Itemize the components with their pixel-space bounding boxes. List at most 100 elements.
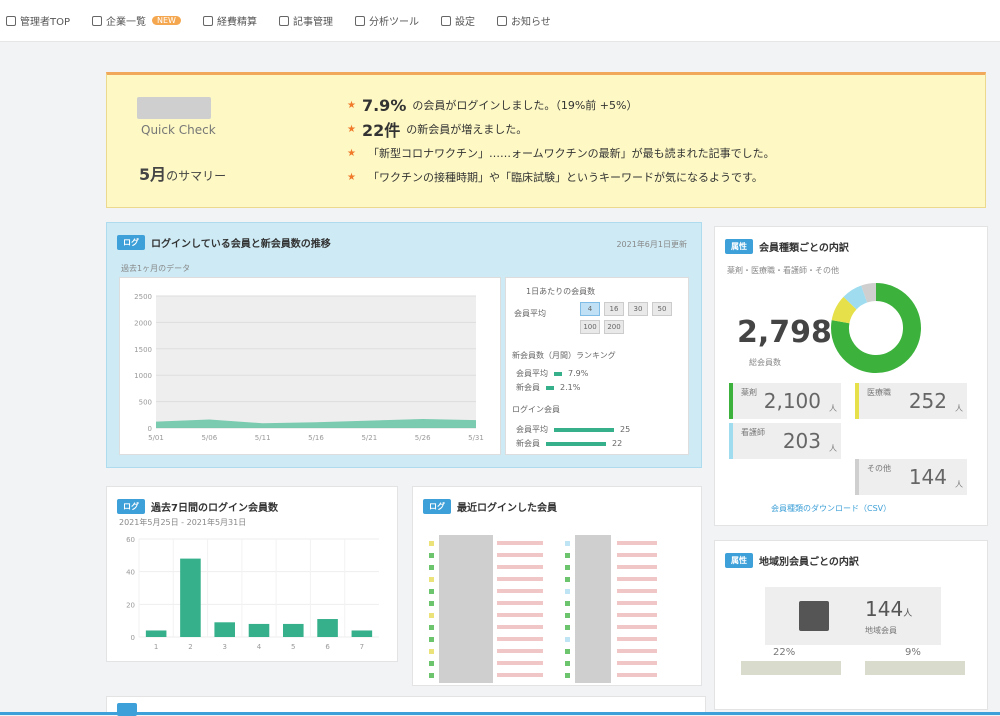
star-icon: ★ [347, 147, 356, 159]
y-tick-label: 0 [148, 425, 152, 433]
rank-value-bar [617, 601, 657, 605]
rank-value-bar [617, 625, 657, 629]
y-tick-label: 2000 [134, 319, 152, 327]
x-tick-label: 6 [325, 643, 330, 651]
rank-value-bar [617, 553, 657, 557]
side-grid-cell[interactable]: 4 [580, 302, 600, 316]
rank-marker [429, 625, 434, 630]
donut-slice-その他 [861, 283, 877, 303]
donut-slice-看護師 [843, 285, 868, 310]
plot-background [156, 296, 476, 428]
side-grid-cell[interactable]: 200 [604, 320, 624, 334]
card-subtitle: 過去1ヶ月のデータ [121, 264, 191, 273]
nav-item-4[interactable]: 分析ツール [354, 13, 419, 28]
rank-marker [565, 577, 570, 582]
nav-item-label: 記事管理 [292, 17, 333, 28]
updated-note: 2021年6月1日更新 [616, 240, 687, 249]
donut-slice-医療職 [831, 296, 857, 324]
rank-value-bar [617, 589, 657, 593]
star-icon: ★ [347, 171, 356, 183]
bar-4 [248, 623, 270, 637]
rank-marker [429, 649, 434, 654]
chart-icon [354, 15, 365, 26]
nav-item-label: 管理者TOP [20, 17, 71, 28]
region-pct-left: 22% [773, 647, 796, 658]
rank-value-bar [617, 649, 657, 653]
x-tick-label: 5/06 [201, 434, 217, 442]
member-stat: 看護師 203 人 [729, 423, 841, 459]
quick-check-item: ★ 「ワクチンの接種時期」や「臨床試験」というキーワードが気になるようです。 [347, 171, 763, 184]
x-tick-label: 2 [188, 643, 192, 651]
summary-label: 5月のサマリー [139, 165, 227, 184]
region-label: 地域会員 [865, 626, 897, 635]
nav-item-6[interactable]: お知らせ [496, 13, 551, 28]
rank-value-bar [497, 577, 543, 581]
star-icon: ★ [347, 123, 356, 135]
quick-check-title: Quick Check [141, 123, 216, 137]
nav-item-0[interactable]: 管理者TOP [6, 13, 70, 28]
rank-marker [565, 625, 570, 630]
x-tick-label: 5/31 [468, 434, 484, 442]
nav-item-label: 分析ツール [368, 17, 419, 28]
y-tick-label: 20 [126, 601, 135, 609]
y-tick-label: 40 [126, 569, 135, 577]
rank-marker [565, 637, 570, 642]
x-tick-label: 5/11 [255, 434, 271, 442]
region-bar-right [865, 661, 965, 675]
region-pct-right: 9% [905, 647, 921, 658]
new-badge: NEW [152, 16, 181, 25]
rank-value-bar [497, 565, 543, 569]
csv-download-link[interactable]: 会員種類のダウンロード（CSV） [771, 503, 891, 514]
y-tick-label: 0 [131, 634, 135, 642]
rank-value-bar [617, 577, 657, 581]
user-icon [6, 15, 16, 26]
bar-3 [214, 622, 235, 637]
x-tick-label: 5/21 [361, 434, 377, 442]
rank-marker [429, 565, 434, 570]
region-value: 144人 [865, 597, 913, 621]
nav-item-1[interactable]: 企業一覧 NEW [92, 13, 181, 28]
nav-item-5[interactable]: 設定 [440, 13, 475, 28]
card-title: ログ ログインしている会員と新会員数の推移 [117, 235, 331, 250]
x-tick-label: 3 [222, 643, 226, 651]
rank-value-bar [617, 661, 657, 665]
nav-item-label: お知らせ [510, 17, 551, 28]
rank-value-bar [617, 673, 657, 677]
member-type-card: 属性 会員種類ごとの内訳 薬剤・医療職・看護師・その他 2,798 総会員数 会員… [714, 226, 988, 526]
side-grid-cell[interactable]: 16 [604, 302, 624, 316]
rank-value-bar [497, 625, 543, 629]
list-icon [92, 15, 103, 26]
y-tick-label: 60 [126, 536, 135, 544]
login-area-chart: 2500 2000 1500 1000 500 0 5/01 5/06 5/11 5/16 5/21… [119, 277, 501, 455]
side-stat-row: 新会員 2.1% [516, 383, 581, 392]
x-tick-label: 5 [291, 643, 295, 651]
y-tick-label: 1500 [134, 346, 152, 354]
side-title: 1日あたりの会員数 [526, 287, 596, 296]
region-bar-left [741, 661, 841, 675]
card-title: ログ 最近ログインした会員 [423, 499, 557, 514]
rank-value-bar [497, 649, 543, 653]
x-tick-label: 1 [154, 643, 158, 651]
rank-marker [429, 613, 434, 618]
y-tick-label: 1000 [134, 372, 152, 380]
cog-icon [440, 15, 451, 26]
side-grid-cell[interactable]: 50 [652, 302, 672, 316]
rank-marker [429, 577, 434, 582]
y-tick-label: 2500 [134, 293, 152, 301]
side-row-label: 会員平均 [514, 309, 546, 318]
rank-value-bar [497, 613, 543, 617]
x-tick-label: 7 [360, 643, 364, 651]
rank-value-bar [497, 589, 543, 593]
logo-placeholder [137, 97, 211, 119]
x-tick-label: 4 [257, 643, 262, 651]
donut-legend: 薬剤・医療職・看護師・その他 [727, 266, 839, 275]
rank-value-bar [497, 661, 543, 665]
side-grid-cell[interactable]: 100 [580, 320, 600, 334]
side-grid-cell[interactable]: 30 [628, 302, 648, 316]
nav-item-3[interactable]: 記事管理 [278, 13, 333, 28]
rank-marker [429, 661, 434, 666]
stat-bar [546, 441, 606, 446]
rank-marker [565, 553, 570, 558]
side-stat-row: 会員平均 7.9% [516, 369, 589, 378]
nav-item-2[interactable]: 経費精算 [202, 13, 257, 28]
